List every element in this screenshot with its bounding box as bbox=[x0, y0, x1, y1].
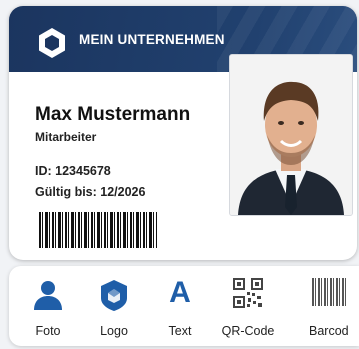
element-toolbar: Foto Logo A Text QR-Code Barcod bbox=[9, 266, 359, 346]
employee-id: ID: 12345678 bbox=[35, 164, 111, 178]
logo-shield-icon bbox=[101, 280, 127, 311]
card-barcode bbox=[39, 212, 157, 248]
employee-role: Mitarbeiter bbox=[35, 130, 97, 144]
tool-barcode[interactable]: Barcod bbox=[301, 266, 359, 346]
tool-logo[interactable]: Logo bbox=[85, 266, 143, 346]
tool-label: QR-Code bbox=[221, 324, 275, 338]
tool-label: Text bbox=[168, 324, 192, 338]
company-logo-icon bbox=[39, 28, 65, 58]
text-icon: A bbox=[169, 276, 191, 309]
tool-foto[interactable]: Foto bbox=[19, 266, 77, 346]
employee-photo bbox=[229, 54, 353, 216]
employee-name: Max Mustermann bbox=[35, 104, 191, 125]
qr-code-icon bbox=[233, 278, 263, 308]
person-icon bbox=[34, 281, 62, 310]
barcode-icon bbox=[312, 278, 348, 306]
tool-label: Foto bbox=[35, 324, 61, 338]
valid-until: Gültig bis: 12/2026 bbox=[35, 185, 146, 199]
company-name: MEIN UNTERNEHMEN bbox=[79, 32, 225, 47]
tool-label: Logo bbox=[100, 324, 128, 338]
tool-text[interactable]: A Text bbox=[151, 266, 209, 346]
tool-label: Barcod bbox=[309, 324, 349, 338]
tool-qr-code[interactable]: QR-Code bbox=[219, 266, 277, 346]
id-card: MEIN UNTERNEHMEN Max Mustermann Mitarbei… bbox=[9, 6, 357, 260]
